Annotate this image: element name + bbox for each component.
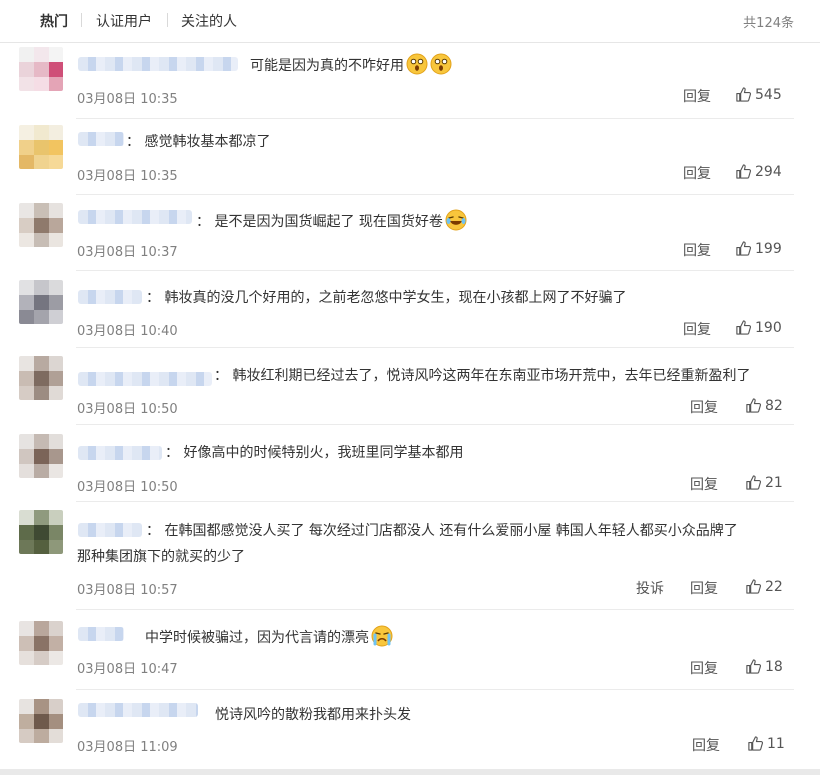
comment-text: ： 是不是因为国货崛起了 现在国货好卷 bbox=[196, 209, 467, 233]
like-button[interactable]: 82 bbox=[745, 397, 783, 414]
comment-item: ： 是不是因为国货崛起了 现在国货好卷 03月08日 10:37 回复 199 bbox=[0, 195, 820, 271]
comment-item: ： 好像高中的时候特别火，我班里同学基本都用 03月08日 10:50 回复 2… bbox=[0, 425, 820, 502]
reply-button[interactable]: 回复 bbox=[683, 163, 711, 183]
username-blurred[interactable] bbox=[78, 290, 142, 304]
tab-hot[interactable]: 热门 bbox=[40, 11, 68, 31]
like-count: 545 bbox=[755, 86, 782, 103]
avatar[interactable] bbox=[19, 434, 63, 478]
surprised-face-icon bbox=[406, 53, 428, 75]
tab-verified-users[interactable]: 认证用户 bbox=[96, 11, 152, 31]
comment-item: 悦诗风吟的散粉我都用来扑头发 03月08日 11:09 回复 11 bbox=[0, 690, 820, 769]
like-button[interactable]: 11 bbox=[747, 735, 785, 752]
tab-divider bbox=[81, 13, 82, 27]
username-blurred[interactable] bbox=[78, 523, 142, 537]
like-button[interactable]: 21 bbox=[745, 474, 783, 491]
crying-face-icon bbox=[371, 625, 393, 647]
like-button[interactable]: 545 bbox=[735, 86, 782, 103]
avatar[interactable] bbox=[19, 47, 63, 91]
like-count: 18 bbox=[765, 658, 783, 675]
thumbs-up-icon bbox=[746, 659, 762, 674]
comment-time: 03月08日 10:35 bbox=[77, 92, 178, 107]
reply-button[interactable]: 回复 bbox=[690, 474, 718, 494]
avatar[interactable] bbox=[19, 621, 63, 665]
like-count: 22 bbox=[765, 578, 783, 595]
like-count: 11 bbox=[767, 735, 785, 752]
comment-text: 悦诗风吟的散粉我都用来扑头发 bbox=[215, 707, 411, 723]
like-count: 190 bbox=[755, 319, 782, 336]
comment-text: 可能是因为真的不咋好用 bbox=[250, 53, 452, 77]
tab-divider bbox=[167, 13, 168, 27]
comment-text-continued: 那种集团旗下的就买的少了 bbox=[77, 549, 245, 565]
comment-text: ： 在韩国都感觉没人买了 每次经过门店都没人 还有什么爱丽小屋 韩国人年轻人都买… bbox=[146, 523, 738, 539]
like-button[interactable]: 199 bbox=[735, 240, 782, 257]
comment-time: 03月08日 10:57 bbox=[77, 583, 178, 598]
comment-time: 03月08日 10:50 bbox=[77, 480, 178, 495]
comment-time: 03月08日 10:47 bbox=[77, 662, 178, 677]
reply-button[interactable]: 回复 bbox=[690, 658, 718, 678]
reply-button[interactable]: 回复 bbox=[683, 86, 711, 106]
avatar[interactable] bbox=[19, 280, 63, 324]
page-bottom-edge bbox=[0, 769, 820, 775]
comment-time: 03月08日 11:09 bbox=[77, 740, 178, 755]
report-button[interactable]: 投诉 bbox=[636, 578, 664, 598]
like-button[interactable]: 294 bbox=[735, 163, 782, 180]
comment-item: ： 韩妆红利期已经过去了，悦诗风吟这两年在东南亚市场开荒中，去年已经重新盈利了 … bbox=[0, 348, 820, 425]
laughing-crying-face-icon bbox=[445, 209, 467, 231]
comment-total-count: 共124条 bbox=[743, 16, 794, 31]
reply-button[interactable]: 回复 bbox=[683, 240, 711, 260]
avatar[interactable] bbox=[19, 699, 63, 743]
reply-button[interactable]: 回复 bbox=[690, 578, 718, 598]
comment-text: ： 韩妆真的没几个好用的，之前老忽悠中学女生，现在小孩都上网了不好骗了 bbox=[146, 290, 627, 306]
like-count: 82 bbox=[765, 397, 783, 414]
username-blurred[interactable] bbox=[78, 627, 124, 641]
thumbs-up-icon bbox=[748, 736, 764, 751]
comment-text: 中学时候被骗过，因为代言请的漂亮 bbox=[145, 625, 393, 649]
avatar[interactable] bbox=[19, 125, 63, 169]
comment-text: ： 韩妆红利期已经过去了，悦诗风吟这两年在东南亚市场开荒中，去年已经重新盈利了 bbox=[214, 368, 751, 384]
thumbs-up-icon bbox=[736, 320, 752, 335]
thumbs-up-icon bbox=[746, 579, 762, 594]
surprised-face-icon bbox=[430, 53, 452, 75]
username-blurred[interactable] bbox=[78, 703, 198, 717]
comment-time: 03月08日 10:40 bbox=[77, 324, 178, 339]
comment-text: ： 好像高中的时候特别火，我班里同学基本都用 bbox=[165, 445, 464, 461]
like-count: 21 bbox=[765, 474, 783, 491]
comment-item: ： 感觉韩妆基本都凉了 03月08日 10:35 回复 294 bbox=[0, 119, 820, 195]
like-button[interactable]: 190 bbox=[735, 319, 782, 336]
comment-filter-tabs: 热门 认证用户 关注的人 共124条 bbox=[0, 0, 820, 43]
thumbs-up-icon bbox=[736, 241, 752, 256]
thumbs-up-icon bbox=[736, 87, 752, 102]
like-count: 294 bbox=[755, 163, 782, 180]
username-blurred[interactable] bbox=[78, 132, 124, 146]
like-count: 199 bbox=[755, 240, 782, 257]
comment-text: ： 感觉韩妆基本都凉了 bbox=[126, 134, 271, 150]
username-blurred[interactable] bbox=[78, 372, 212, 386]
comment-item: 可能是因为真的不咋好用 03月08日 10:35 回复 545 bbox=[0, 43, 820, 119]
avatar[interactable] bbox=[19, 510, 63, 554]
thumbs-up-icon bbox=[746, 398, 762, 413]
tab-following[interactable]: 关注的人 bbox=[181, 11, 237, 31]
reply-button[interactable]: 回复 bbox=[690, 397, 718, 417]
avatar[interactable] bbox=[19, 203, 63, 247]
comment-item: ： 在韩国都感觉没人买了 每次经过门店都没人 还有什么爱丽小屋 韩国人年轻人都买… bbox=[0, 502, 820, 610]
thumbs-up-icon bbox=[746, 475, 762, 490]
reply-button[interactable]: 回复 bbox=[683, 319, 711, 339]
avatar[interactable] bbox=[19, 356, 63, 400]
comment-item: ： 韩妆真的没几个好用的，之前老忽悠中学女生，现在小孩都上网了不好骗了 03月0… bbox=[0, 271, 820, 348]
like-button[interactable]: 18 bbox=[745, 658, 783, 675]
comment-time: 03月08日 10:50 bbox=[77, 402, 178, 417]
reply-button[interactable]: 回复 bbox=[692, 735, 720, 755]
username-blurred[interactable] bbox=[78, 210, 192, 224]
comment-time: 03月08日 10:37 bbox=[77, 245, 178, 260]
comment-time: 03月08日 10:35 bbox=[77, 169, 178, 184]
like-button[interactable]: 22 bbox=[745, 578, 783, 595]
thumbs-up-icon bbox=[736, 164, 752, 179]
comment-item: 中学时候被骗过，因为代言请的漂亮 03月08日 10:47 回复 18 bbox=[0, 610, 820, 690]
username-blurred[interactable] bbox=[78, 446, 162, 460]
username-blurred[interactable] bbox=[78, 57, 238, 71]
